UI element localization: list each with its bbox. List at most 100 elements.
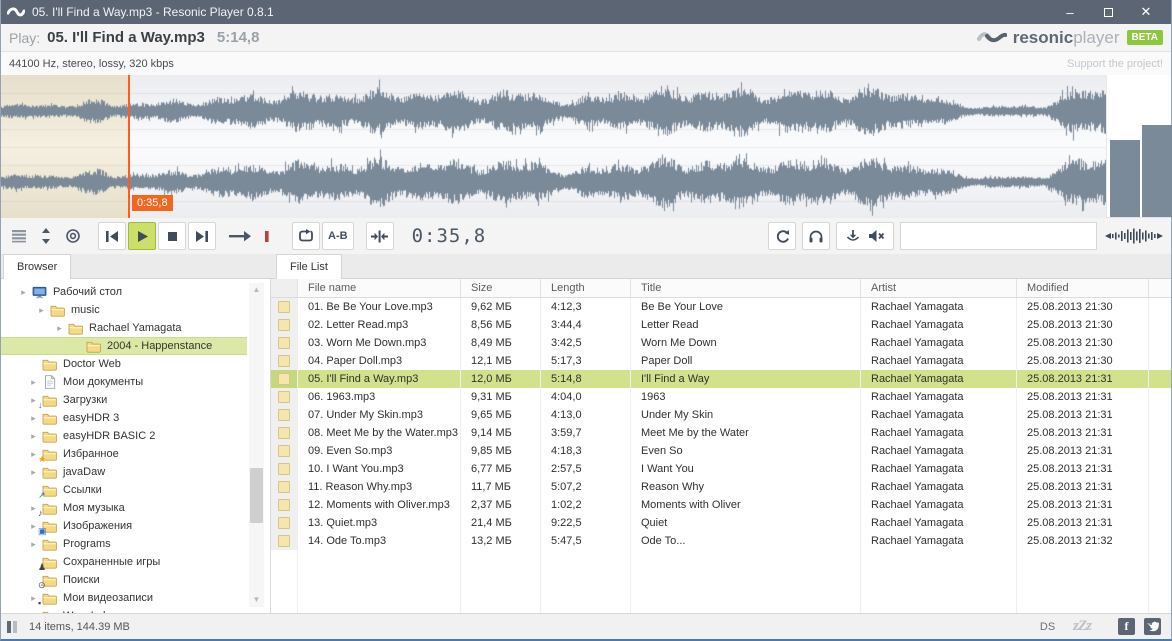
file-row[interactable]: 12. Moments with Oliver.mp32,37 МБ1:02,2… [271, 496, 1171, 514]
file-row[interactable]: 03. Worn Me Down.mp38,49 МБ3:42,5Worn Me… [271, 334, 1171, 352]
tree-item[interactable]: ▸Programs [1, 535, 247, 553]
headphones-button[interactable] [802, 222, 830, 250]
download-icon[interactable] [845, 228, 861, 244]
sleep-indicator[interactable]: zZz [1073, 618, 1091, 635]
tree-item[interactable]: ▸Рабочий стол [1, 283, 247, 301]
folder-icon [40, 466, 59, 479]
loop-button[interactable] [292, 222, 320, 250]
file-row[interactable]: 04. Paper Doll.mp312,1 МБ5:17,3Paper Dol… [271, 352, 1171, 370]
tree-item[interactable]: ▸2004 - Happenstance [1, 337, 247, 355]
tree-item[interactable]: ▸easyHDR 3 [1, 409, 247, 427]
ab-loop-button[interactable]: A-B [322, 222, 354, 250]
column-header[interactable]: Title [631, 279, 861, 297]
expand-arrow-icon[interactable]: ▸ [27, 467, 40, 478]
tree-item-label: 2004 - Happenstance [103, 340, 212, 352]
tab-file-list[interactable]: File List [276, 254, 342, 279]
file-row[interactable]: 11. Reason Why.mp311,7 МБ5:07,2Reason Wh… [271, 478, 1171, 496]
sort-spinner[interactable] [34, 222, 58, 250]
tree-item[interactable]: ▸▣Изображения [1, 517, 247, 535]
file-row[interactable]: 02. Letter Read.mp38,56 МБ3:44,4Letter R… [271, 316, 1171, 334]
folder-video-icon: ▪ [40, 592, 59, 605]
facebook-button[interactable]: f [1118, 618, 1135, 635]
previous-track-button[interactable] [98, 222, 126, 250]
file-row[interactable]: 10. I Want You.mp36,77 МБ2:57,5I Want Yo… [271, 460, 1171, 478]
tree-item[interactable]: ▸Rachael Yamagata [1, 319, 247, 337]
twitter-button[interactable] [1144, 618, 1161, 635]
file-cell: 12,1 МБ [461, 352, 541, 370]
tree-item[interactable]: ▸♟Сохраненные игры [1, 553, 247, 571]
tree-scrollbar[interactable]: ▲ ▼ [249, 283, 264, 607]
folder-star-icon: ★ [40, 448, 59, 461]
column-header[interactable]: Size [461, 279, 541, 297]
minimize-button[interactable]: – [1051, 1, 1089, 23]
file-row[interactable]: 05. I'll Find a Way.mp312,0 МБ5:14,8I'll… [271, 370, 1171, 388]
file-cell: Rachael Yamagata [861, 442, 1017, 460]
expand-arrow-icon[interactable]: ▸ [17, 287, 30, 298]
file-cell: 09. Even So.mp3 [298, 442, 461, 460]
file-cell: 2:57,5 [541, 460, 631, 478]
waveform-mode-icon[interactable] [1105, 226, 1163, 246]
playlist-button[interactable] [7, 222, 31, 250]
tree-item[interactable]: ▸WaveLab [1, 607, 247, 613]
file-cell: Rachael Yamagata [861, 478, 1017, 496]
scroll-thumb[interactable] [250, 468, 263, 523]
volume-slider[interactable] [900, 222, 1097, 250]
file-cell: Rachael Yamagata [861, 514, 1017, 532]
format-info-row: 44100 Hz, stereo, lossy, 320 kbps Suppor… [1, 52, 1171, 75]
expand-arrow-icon[interactable]: ▸ [53, 323, 66, 334]
file-row[interactable]: 08. Meet Me by the Water.mp39,14 МБ3:59,… [271, 424, 1171, 442]
file-cell: Rachael Yamagata [861, 298, 1017, 316]
scroll-up-icon[interactable]: ▲ [249, 283, 264, 297]
file-icon [278, 391, 290, 403]
stop-marker-button[interactable] [255, 222, 279, 250]
target-button[interactable] [61, 222, 85, 250]
mute-icon[interactable] [868, 229, 885, 243]
expand-arrow-icon[interactable]: ▸ [35, 305, 48, 316]
scroll-down-icon[interactable]: ▼ [249, 593, 264, 607]
expand-arrow-icon[interactable]: ▸ [27, 611, 40, 614]
tree-item[interactable]: ▸↓Загрузки [1, 391, 247, 409]
snap-to-cursor-button[interactable] [366, 222, 394, 250]
file-row[interactable]: 13. Quiet.mp321,4 МБ9:22,5QuietRachael Y… [271, 514, 1171, 532]
ds-indicator[interactable]: DS [1040, 621, 1055, 633]
tab-browser[interactable]: Browser [3, 254, 71, 279]
play-button[interactable] [128, 222, 156, 250]
expand-arrow-icon[interactable]: ▸ [27, 539, 40, 550]
folder-music-icon: ♪ [40, 502, 59, 515]
file-cell: 07. Under My Skin.mp3 [298, 406, 461, 424]
tree-item[interactable]: ▸↗Ссылки [1, 481, 247, 499]
expand-arrow-icon[interactable]: ▸ [27, 431, 40, 442]
tree-item[interactable]: ▸music [1, 301, 247, 319]
column-header[interactable]: File name [298, 279, 461, 297]
ab-loop-label: A-B [323, 230, 353, 242]
replay-button[interactable] [768, 222, 796, 250]
column-header[interactable]: Artist [861, 279, 1017, 297]
file-row[interactable]: 14. Ode To.mp313,2 МБ5:47,5Ode To...Rach… [271, 532, 1171, 550]
continue-mode-button[interactable] [228, 222, 252, 250]
file-row[interactable]: 01. Be Be Your Love.mp39,62 МБ4:12,3Be B… [271, 298, 1171, 316]
file-row[interactable]: 09. Even So.mp39,85 МБ4:18,3Even SoRacha… [271, 442, 1171, 460]
expand-arrow-icon[interactable]: ▸ [27, 413, 40, 424]
tree-item[interactable]: ▸Doctor Web [1, 355, 247, 373]
close-button[interactable]: ✕ [1127, 1, 1165, 23]
expand-arrow-icon[interactable]: ▸ [27, 377, 40, 388]
next-track-button[interactable] [188, 222, 216, 250]
column-header[interactable]: Modified [1017, 279, 1149, 297]
tree-item[interactable]: ▸Мои документы [1, 373, 247, 391]
tree-item[interactable]: ▸★Избранное [1, 445, 247, 463]
tree-item[interactable]: ▸♪Моя музыка [1, 499, 247, 517]
tree-item[interactable]: ▸javaDaw [1, 463, 247, 481]
file-row[interactable]: 07. Under My Skin.mp39,65 МБ4:13,0Under … [271, 406, 1171, 424]
maximize-button[interactable] [1089, 1, 1127, 23]
tree-item[interactable]: ▸easyHDR BASIC 2 [1, 427, 247, 445]
transport-toolbar: A-B 0:35,8 [1, 218, 1171, 254]
support-link[interactable]: Support the project! [1067, 58, 1163, 70]
tree-item[interactable]: ▸▪Мои видеозаписи [1, 589, 247, 607]
tree-item-label: Моя музыка [59, 502, 125, 514]
column-header[interactable]: Length [541, 279, 631, 297]
folder-icon [40, 430, 59, 443]
stop-button[interactable] [158, 222, 186, 250]
file-row[interactable]: 06. 1963.mp39,31 МБ4:04,01963Rachael Yam… [271, 388, 1171, 406]
elapsed-time-display: 0:35,8 [412, 225, 487, 247]
tree-item[interactable]: ▸⊙Поиски [1, 571, 247, 589]
